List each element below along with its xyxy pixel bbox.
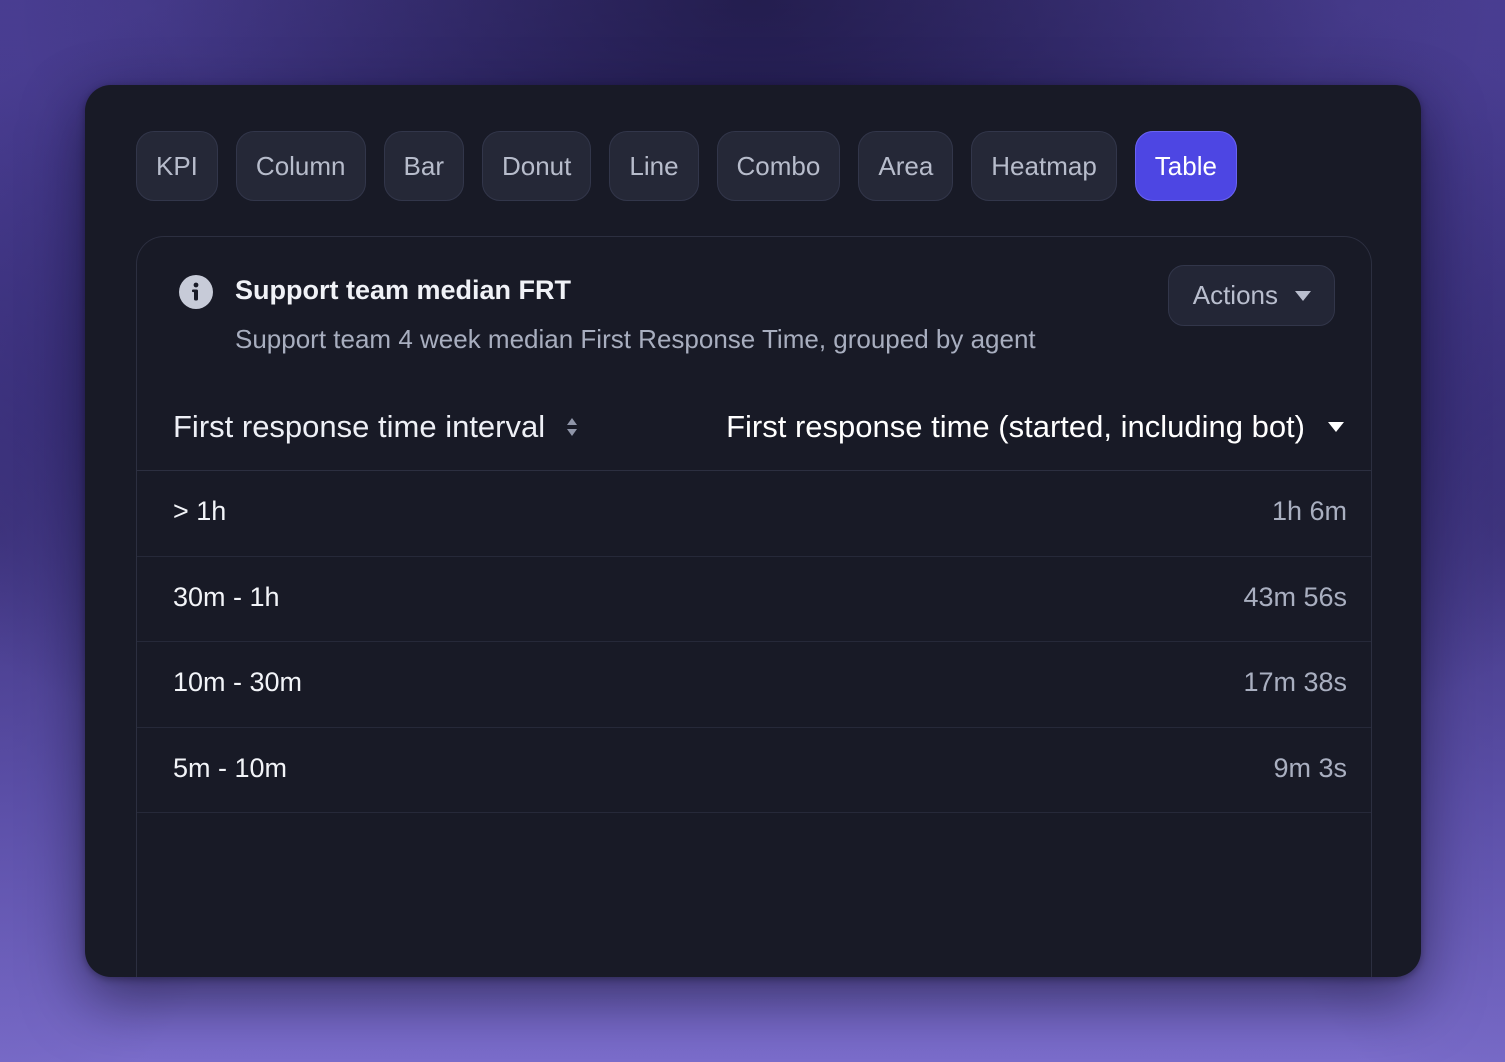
- tab-label: Table: [1154, 150, 1217, 181]
- tab-column[interactable]: Column: [235, 131, 366, 201]
- column-header-interval[interactable]: First response time interval: [173, 409, 579, 445]
- tab-donut[interactable]: Donut: [481, 131, 592, 201]
- cell-interval: > 1h: [173, 496, 227, 526]
- tab-label: Donut: [501, 150, 572, 181]
- table-row[interactable]: 5m - 10m 9m 3s: [137, 728, 1371, 813]
- cell-value: 1h 6m: [1271, 496, 1347, 526]
- panel-title: Support team median FRT: [235, 275, 572, 305]
- table-row[interactable]: > 1h 1h 6m: [137, 471, 1371, 557]
- tab-label: Bar: [403, 150, 444, 181]
- cell-value: 9m 3s: [1273, 752, 1347, 783]
- table-panel: Support team median FRT Support team 4 w…: [136, 236, 1372, 977]
- table-header: First response time interval First respo…: [137, 385, 1371, 471]
- cell-interval: 5m - 10m: [173, 752, 288, 783]
- tab-label: Heatmap: [991, 150, 1097, 181]
- actions-button[interactable]: Actions: [1167, 265, 1335, 326]
- info-icon-glyph: [192, 282, 199, 301]
- table-row[interactable]: 10m - 30m 17m 38s: [137, 642, 1371, 728]
- tab-combo[interactable]: Combo: [716, 131, 841, 201]
- cell-interval: 30m - 1h: [173, 581, 280, 612]
- visualization-tabs: KPI Column Bar Donut Line Combo Area Hea…: [136, 131, 1237, 201]
- sort-icon: [567, 418, 578, 436]
- tab-line[interactable]: Line: [609, 131, 699, 201]
- tab-label: Combo: [736, 150, 821, 181]
- tab-label: Area: [878, 150, 934, 181]
- caret-down-icon: [1328, 422, 1344, 432]
- column-header-label: First response time (started, including …: [726, 409, 1305, 444]
- info-icon[interactable]: [179, 275, 213, 309]
- cell-value: 17m 38s: [1243, 667, 1347, 697]
- caret-down-icon: [1295, 290, 1311, 301]
- report-window: KPI Column Bar Donut Line Combo Area Hea…: [85, 85, 1421, 977]
- tab-area[interactable]: Area: [858, 131, 954, 201]
- table-body: > 1h 1h 6m 30m - 1h 43m 56s 10m - 30m 17…: [137, 471, 1371, 813]
- tab-table[interactable]: Table: [1134, 131, 1237, 201]
- column-header-label: First response time interval: [173, 409, 546, 444]
- tab-label: Column: [255, 150, 346, 181]
- tab-kpi[interactable]: KPI: [136, 131, 218, 201]
- tab-label: KPI: [156, 150, 198, 181]
- column-header-frt[interactable]: First response time (started, including …: [726, 409, 1345, 445]
- cell-value: 43m 56s: [1243, 581, 1347, 612]
- tab-heatmap[interactable]: Heatmap: [971, 131, 1117, 201]
- cell-interval: 10m - 30m: [173, 667, 303, 697]
- table-row[interactable]: 30m - 1h 43m 56s: [137, 557, 1371, 642]
- tab-label: Line: [629, 150, 679, 181]
- actions-label: Actions: [1192, 280, 1278, 310]
- panel-subtitle: Support team 4 week median First Respons…: [235, 324, 1036, 354]
- tab-bar[interactable]: Bar: [383, 131, 464, 201]
